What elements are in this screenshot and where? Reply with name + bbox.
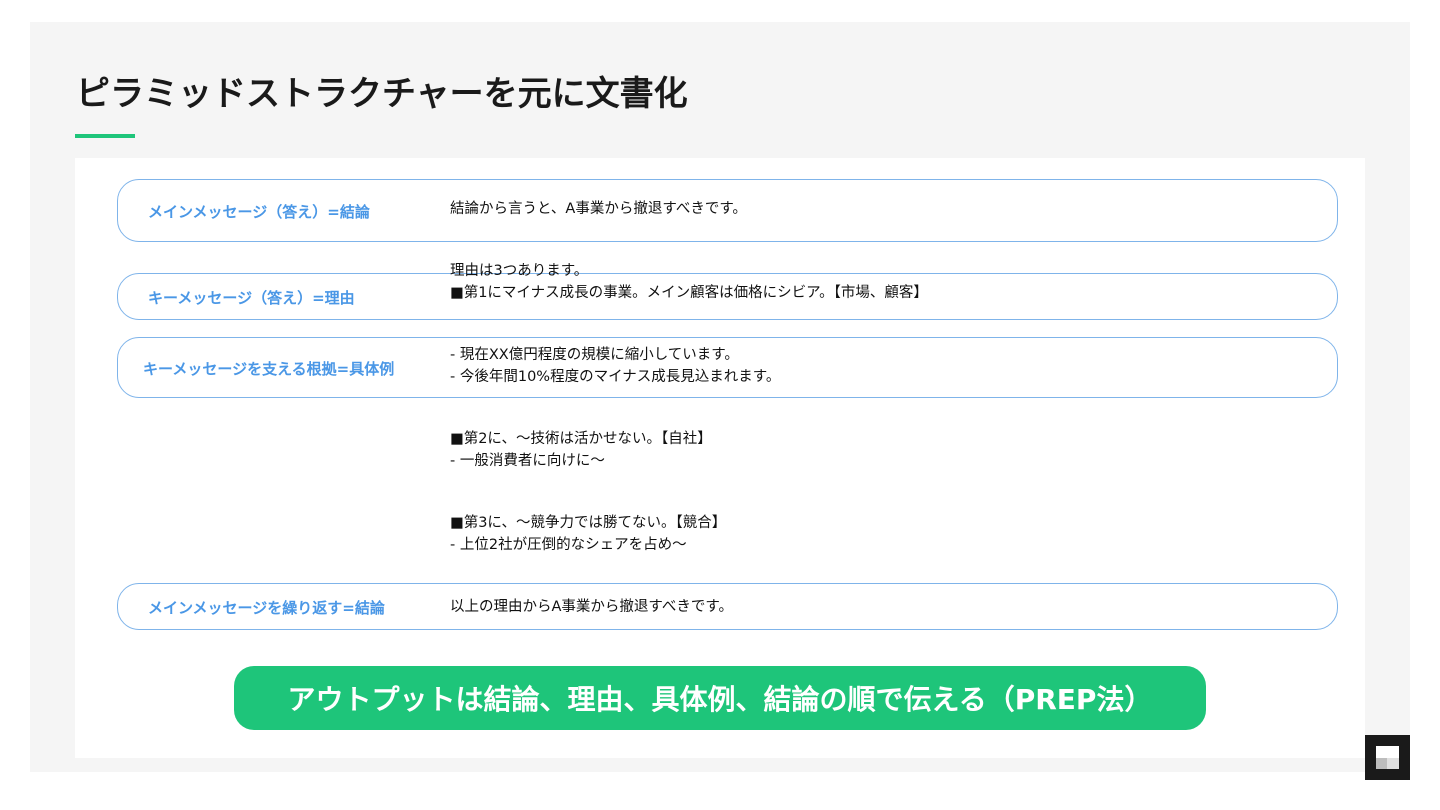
text-reason-2: ■第2に、〜技術は活かせない。【自社】 - 一般消費者に向けに〜 — [450, 428, 712, 472]
content-panel: メインメッセージ（答え）=結論 結論から言うと、A事業から撤退すべきです。 キー… — [75, 158, 1365, 758]
text-line: - 上位2社が圧倒的なシェアを占め〜 — [450, 537, 687, 553]
text-line: 結論から言うと、A事業から撤退すべきです。 — [450, 201, 747, 217]
text-line: ■第3に、〜競争力では勝てない。【競合】 — [450, 515, 727, 531]
prep-banner: アウトプットは結論、理由、具体例、結論の順で伝える（PREP法） — [234, 666, 1206, 730]
label-key-message: キーメッセージ（答え）=理由 — [148, 289, 355, 307]
text-evidence: - 現在XX億円程度の規模に縮小しています。 - 今後年間10%程度のマイナス成… — [450, 344, 780, 388]
text-repeat-conclusion: 以上の理由からA事業から撤退すべきです。 — [450, 596, 733, 618]
brand-logo-icon — [1365, 735, 1410, 780]
text-conclusion: 結論から言うと、A事業から撤退すべきです。 — [450, 198, 747, 220]
text-line: - 一般消費者に向けに〜 — [450, 453, 605, 469]
text-line: 以上の理由からA事業から撤退すべきです。 — [450, 599, 733, 615]
text-reason-3: ■第3に、〜競争力では勝てない。【競合】 - 上位2社が圧倒的なシェアを占め〜 — [450, 512, 726, 556]
label-repeat-conclusion: メインメッセージを繰り返す=結論 — [148, 599, 385, 617]
slide: ピラミッドストラクチャーを元に文書化 メインメッセージ（答え）=結論 結論から言… — [30, 22, 1410, 772]
label-main-message: メインメッセージ（答え）=結論 — [148, 203, 370, 221]
text-line: ■第2に、〜技術は活かせない。【自社】 — [450, 431, 712, 447]
text-line: - 今後年間10%程度のマイナス成長見込まれます。 — [450, 369, 781, 385]
text-reason: 理由は3つあります。 ■第1にマイナス成長の事業。メイン顧客は価格にシビア。【市… — [450, 260, 928, 304]
label-evidence: キーメッセージを支える根拠=具体例 — [143, 360, 395, 378]
text-line: 理由は3つあります。 — [450, 263, 589, 279]
slide-title: ピラミッドストラクチャーを元に文書化 — [76, 74, 688, 114]
text-line: - 現在XX億円程度の規模に縮小しています。 — [450, 347, 739, 363]
title-underline — [75, 134, 135, 138]
text-line: ■第1にマイナス成長の事業。メイン顧客は価格にシビア。【市場、顧客】 — [450, 285, 928, 301]
